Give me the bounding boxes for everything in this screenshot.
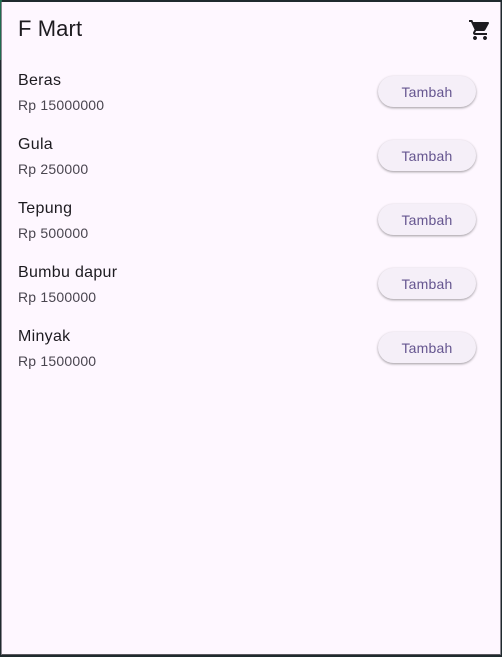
list-item: Minyak Rp 1500000 Tambah	[2, 322, 500, 386]
list-item: Tepung Rp 500000 Tambah	[2, 194, 500, 258]
product-name: Bumbu dapur	[18, 264, 118, 281]
add-button[interactable]: Tambah	[378, 268, 476, 299]
cart-icon	[469, 20, 490, 40]
add-button[interactable]: Tambah	[378, 140, 476, 171]
product-price: Rp 1500000	[18, 289, 97, 305]
product-name: Minyak	[18, 328, 71, 345]
list-item: Beras Rp 15000000 Tambah	[2, 66, 500, 130]
product-price: Rp 15000000	[18, 97, 105, 113]
product-name: Beras	[18, 72, 62, 89]
add-button[interactable]: Tambah	[378, 332, 476, 363]
list-item: Gula Rp 250000 Tambah	[2, 130, 500, 194]
app-bar: F Mart	[2, 2, 500, 58]
product-price: Rp 500000	[18, 225, 89, 241]
app-window: F Mart Beras Rp 15000000 Tambah Gula Rp …	[1, 2, 501, 655]
product-price: Rp 250000	[18, 161, 89, 177]
product-price: Rp 1500000	[18, 353, 97, 369]
app-title: F Mart	[18, 16, 83, 41]
list-item: Bumbu dapur Rp 1500000 Tambah	[2, 258, 500, 322]
product-list: Beras Rp 15000000 Tambah Gula Rp 250000 …	[2, 66, 500, 386]
cart-button[interactable]	[468, 18, 492, 42]
add-button[interactable]: Tambah	[378, 76, 476, 107]
product-name: Gula	[18, 136, 53, 153]
product-name: Tepung	[18, 200, 73, 217]
add-button[interactable]: Tambah	[378, 204, 476, 235]
